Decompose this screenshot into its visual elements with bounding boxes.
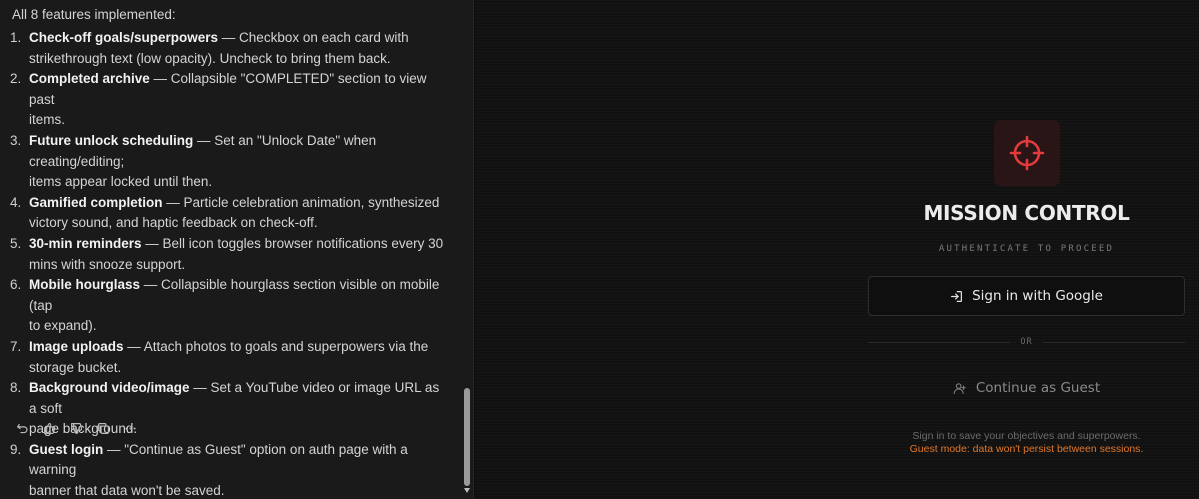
feature-title: Check-off goals/superpowers <box>29 30 219 45</box>
feature-title: Mobile hourglass <box>29 277 141 293</box>
feature-title: Guest login <box>29 441 104 457</box>
scrollbar-thumb[interactable] <box>464 388 470 486</box>
list-item: 9. Guest login — "Continue as Guest" opti… <box>10 441 408 499</box>
list-item: 6. Mobile hourglass — Collapsible hourgla… <box>10 277 440 334</box>
divider-line <box>868 341 1011 343</box>
feature-title: Gamified completion <box>29 194 163 210</box>
signin-note: Sign in to save your objectives and supe… <box>912 430 1141 442</box>
continue-guest-label: Continue as Guest <box>975 380 1101 396</box>
page-title: MISSION CONTROL <box>923 201 1130 225</box>
list-item: 5. 30-min reminders — Bell icon toggles b… <box>10 235 444 272</box>
page-subtitle: AUTHENTICATE TO PROCEED <box>938 244 1115 254</box>
feature-title: Image uploads <box>29 338 124 354</box>
continue-guest-button[interactable]: Continue as Guest <box>868 369 1185 407</box>
scroll-down-arrow-icon[interactable] <box>464 488 470 493</box>
login-icon <box>951 290 963 302</box>
list-item: 4. Gamified completion — Particle celebra… <box>10 194 440 231</box>
message-actions <box>14 420 138 436</box>
crosshair-icon <box>1009 135 1045 171</box>
divider-label: OR <box>1020 337 1033 347</box>
google-signin-button[interactable]: Sign in with Google <box>868 276 1185 316</box>
intro-text: All 8 features implemented: <box>12 7 176 22</box>
list-item: 7. Image uploads — Attach photos to goals… <box>10 338 429 375</box>
feature-title: Background video/image <box>29 380 190 396</box>
crosshair-logo <box>994 120 1060 186</box>
thumbs-up-icon[interactable] <box>41 420 57 436</box>
list-item: 3. Future unlock scheduling — Set an "Unl… <box>10 132 377 190</box>
undo-icon[interactable] <box>14 420 30 436</box>
copy-icon[interactable] <box>95 420 111 436</box>
divider-line <box>1042 341 1185 343</box>
thumbs-down-icon[interactable] <box>68 420 84 436</box>
feature-title: 30-min reminders <box>29 235 142 251</box>
chat-panel: All 8 features implemented: 1. Check-off … <box>0 0 474 499</box>
feature-title: Future unlock scheduling <box>29 132 194 148</box>
google-signin-label: Sign in with Google <box>972 288 1103 304</box>
guest-warning: Guest mode: data won't persist between s… <box>909 443 1144 455</box>
feature-title: Completed archive <box>29 71 150 87</box>
list-item: 2. Completed archive — Collapsible "COMPL… <box>10 71 427 128</box>
list-item: 1. Check-off goals/superpowers — Checkbox… <box>10 30 409 66</box>
user-icon <box>953 382 966 394</box>
or-divider: OR <box>868 336 1185 348</box>
more-icon[interactable] <box>122 420 138 436</box>
